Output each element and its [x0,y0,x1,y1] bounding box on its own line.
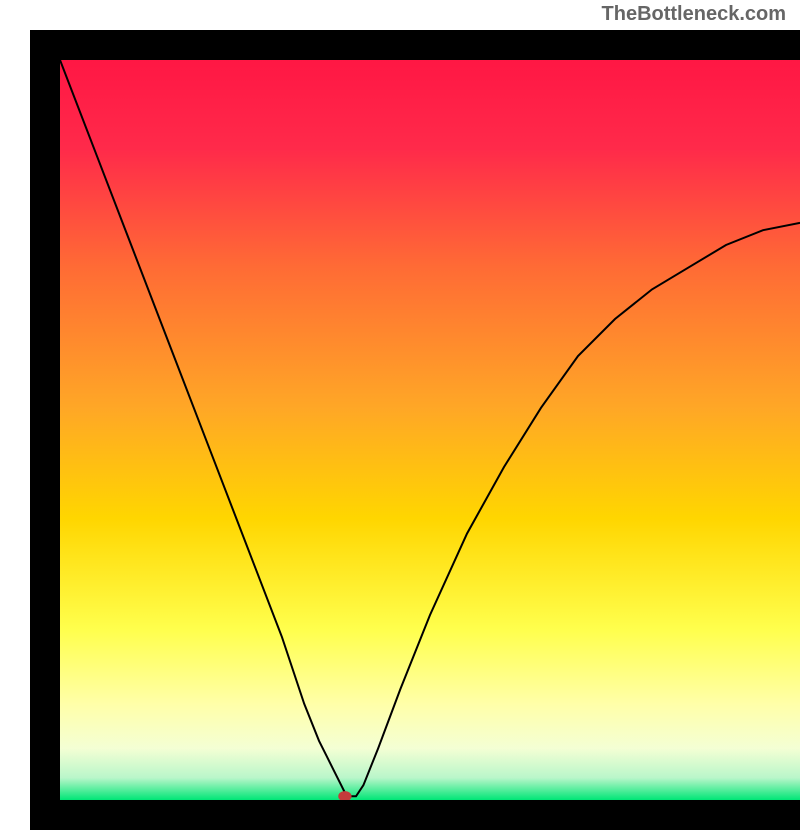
bottleneck-chart [60,60,800,800]
chart-container [30,30,800,830]
watermark-text: TheBottleneck.com [602,3,786,26]
gradient-background [60,60,800,800]
